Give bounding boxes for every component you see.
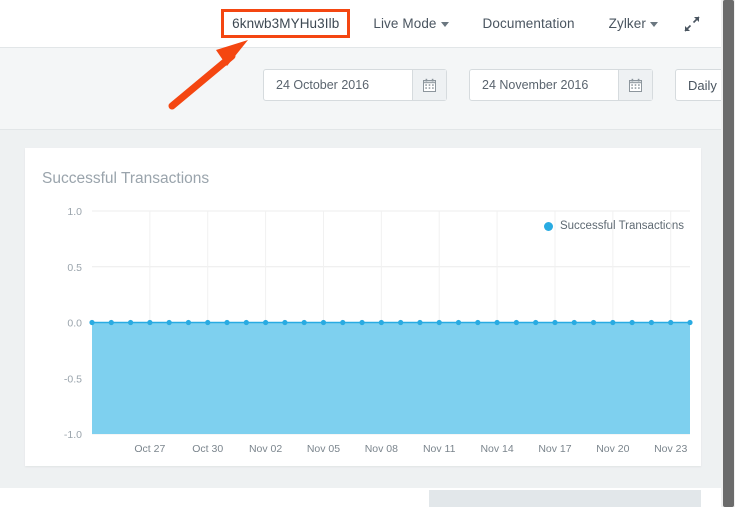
- filter-bar: 24 October 2016: [0, 48, 721, 130]
- data-point-marker[interactable]: [167, 320, 172, 325]
- period-dropdown[interactable]: Daily: [675, 69, 721, 101]
- data-point-marker[interactable]: [417, 320, 422, 325]
- expand-arrows-icon[interactable]: [681, 13, 703, 35]
- end-date-value[interactable]: 24 November 2016: [470, 70, 618, 100]
- data-point-marker[interactable]: [224, 320, 229, 325]
- data-point-marker[interactable]: [128, 320, 133, 325]
- nav-item-account-id-label: 6knwb3MYHu3Ilb: [232, 16, 339, 31]
- y-axis-tick-label: 0.0: [67, 318, 82, 330]
- y-axis-tick-label: 0.5: [67, 262, 82, 274]
- data-point-marker[interactable]: [282, 320, 287, 325]
- nav-items: 6knwb3MYHu3Ilb Live Mode Documentation Z…: [215, 0, 713, 47]
- nav-item-zylker[interactable]: Zylker: [600, 11, 667, 36]
- start-date-value[interactable]: 24 October 2016: [264, 70, 412, 100]
- nav-item-account-id[interactable]: 6knwb3MYHu3Ilb: [221, 9, 350, 38]
- nav-item-zylker-label: Zylker: [609, 16, 646, 31]
- data-point-marker[interactable]: [610, 320, 615, 325]
- top-navigation-bar: 6knwb3MYHu3Ilb Live Mode Documentation Z…: [0, 0, 721, 48]
- data-point-marker[interactable]: [494, 320, 499, 325]
- x-axis-tick-label: Nov 20: [596, 443, 629, 455]
- x-axis-tick-label: Nov 05: [307, 443, 340, 455]
- nav-item-live-mode-label: Live Mode: [373, 16, 436, 31]
- x-axis-tick-label: Oct 30: [192, 443, 223, 455]
- data-point-marker[interactable]: [649, 320, 654, 325]
- y-axis-tick-label: -0.5: [64, 373, 82, 385]
- chevron-down-icon: [441, 22, 449, 27]
- data-point-marker[interactable]: [533, 320, 538, 325]
- data-point-marker[interactable]: [205, 320, 210, 325]
- calendar-icon[interactable]: [618, 70, 652, 100]
- data-point-marker[interactable]: [147, 320, 152, 325]
- data-point-marker[interactable]: [668, 320, 673, 325]
- data-point-marker[interactable]: [89, 320, 94, 325]
- scrollbar-thumb[interactable]: [723, 0, 734, 507]
- successful-transactions-area-chart: 1.0 0.5 0.0 -0.5 -1.0 Oct 27 Oct 30 Nov 02 Nov 0…: [25, 148, 701, 466]
- data-point-marker[interactable]: [340, 320, 345, 325]
- y-axis-tick-label: 1.0: [67, 206, 82, 218]
- nav-item-documentation-label: Documentation: [483, 16, 575, 31]
- y-axis-tick-label: -1.0: [64, 429, 82, 441]
- vertical-scrollbar[interactable]: [721, 0, 735, 507]
- x-axis-tick-label: Nov 17: [538, 443, 571, 455]
- data-point-marker[interactable]: [456, 320, 461, 325]
- x-axis-tick-label: Nov 11: [423, 443, 456, 455]
- data-point-marker[interactable]: [379, 320, 384, 325]
- chevron-down-icon: [650, 22, 658, 27]
- data-point-marker[interactable]: [475, 320, 480, 325]
- data-point-marker[interactable]: [630, 320, 635, 325]
- nav-item-live-mode[interactable]: Live Mode: [364, 11, 457, 36]
- data-point-marker[interactable]: [302, 320, 307, 325]
- data-point-marker[interactable]: [244, 320, 249, 325]
- data-point-marker[interactable]: [514, 320, 519, 325]
- x-axis-tick-label: Nov 23: [654, 443, 687, 455]
- nav-item-documentation[interactable]: Documentation: [474, 11, 584, 36]
- app-window: 6knwb3MYHu3Ilb Live Mode Documentation Z…: [0, 0, 721, 507]
- data-point-marker[interactable]: [398, 320, 403, 325]
- data-point-marker[interactable]: [687, 320, 692, 325]
- period-dropdown-label: Daily: [688, 78, 717, 93]
- data-point-marker[interactable]: [186, 320, 191, 325]
- data-point-marker[interactable]: [359, 320, 364, 325]
- data-point-marker[interactable]: [263, 320, 268, 325]
- x-axis-tick-label: Oct 27: [134, 443, 165, 455]
- bottom-gray-panel: [429, 490, 701, 507]
- data-point-marker[interactable]: [321, 320, 326, 325]
- start-date-field[interactable]: 24 October 2016: [263, 69, 447, 101]
- calendar-icon[interactable]: [412, 70, 446, 100]
- end-date-field[interactable]: 24 November 2016: [469, 69, 653, 101]
- x-axis-tick-label: Nov 02: [249, 443, 282, 455]
- x-axis-tick-label: Nov 08: [365, 443, 398, 455]
- filter-controls: 24 October 2016: [263, 69, 721, 101]
- area-series-fill: [92, 323, 690, 435]
- x-axis-tick-label: Nov 14: [480, 443, 513, 455]
- data-point-marker[interactable]: [591, 320, 596, 325]
- data-point-marker[interactable]: [572, 320, 577, 325]
- chart-card: Successful Transactions Successful Trans…: [25, 148, 701, 466]
- data-point-marker[interactable]: [552, 320, 557, 325]
- data-point-marker[interactable]: [437, 320, 442, 325]
- data-point-marker[interactable]: [109, 320, 114, 325]
